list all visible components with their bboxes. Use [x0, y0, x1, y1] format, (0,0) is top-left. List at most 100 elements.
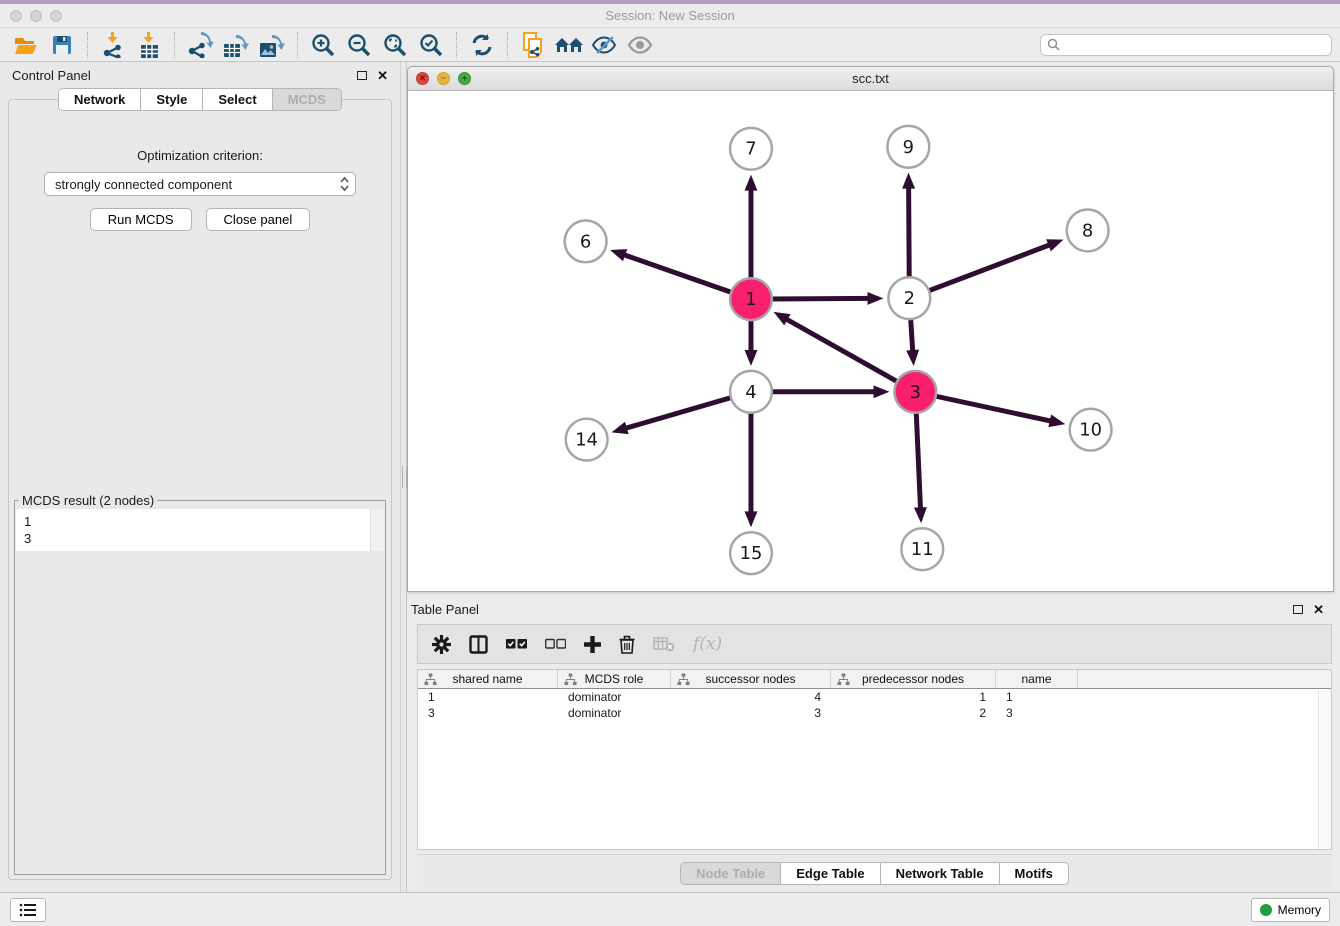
panel-splitter[interactable]	[400, 62, 407, 892]
eye-slash-icon	[591, 34, 619, 56]
export-table-button[interactable]	[218, 30, 254, 60]
zoom-out-button[interactable]	[341, 30, 377, 60]
tab-select[interactable]: Select	[203, 89, 272, 110]
delete-column-button[interactable]	[619, 635, 635, 654]
tab-style[interactable]: Style	[141, 89, 203, 110]
graph-edge-4-15[interactable]	[745, 412, 758, 528]
float-table-panel-icon[interactable]	[1293, 605, 1303, 614]
hide-selected-button[interactable]	[587, 30, 623, 60]
close-table-panel-icon[interactable]: ✕	[1313, 603, 1324, 616]
tab-edge-table[interactable]: Edge Table	[781, 863, 880, 884]
export-image-button[interactable]	[254, 30, 290, 60]
column-header-shared-name[interactable]: shared name	[418, 670, 558, 688]
show-all-button[interactable]	[623, 30, 659, 60]
delete-table-button[interactable]	[653, 636, 675, 652]
network-maximize-button[interactable]: +	[458, 72, 471, 85]
graph-node-6[interactable]: 6	[565, 220, 607, 262]
network-window-titlebar[interactable]: ✕ − + scc.txt	[408, 67, 1333, 91]
graph-edge-3-1[interactable]	[774, 312, 898, 382]
table-settings-button[interactable]	[432, 635, 451, 654]
memory-status-dot	[1260, 904, 1272, 916]
optimization-criterion-select[interactable]: strongly connected component	[44, 172, 356, 196]
svg-text:9: 9	[903, 137, 914, 158]
open-folder-icon	[13, 33, 39, 57]
first-neighbors-button[interactable]	[551, 30, 587, 60]
table-row[interactable]: 1 dominator 4 1 1	[418, 689, 1331, 705]
zoom-selected-button[interactable]	[413, 30, 449, 60]
network-minimize-button[interactable]: −	[437, 72, 450, 85]
unselect-all-button[interactable]	[545, 638, 566, 650]
graph-edge-1-7[interactable]	[745, 175, 758, 280]
show-columns-button[interactable]	[469, 635, 488, 654]
result-scrollbar[interactable]	[370, 509, 384, 551]
graph-node-2[interactable]: 2	[888, 277, 930, 319]
run-mcds-button[interactable]: Run MCDS	[90, 208, 192, 231]
graph-edge-4-14[interactable]	[612, 397, 732, 434]
import-network-button[interactable]	[95, 30, 131, 60]
open-session-button[interactable]	[8, 30, 44, 60]
task-history-button[interactable]	[10, 898, 46, 922]
zoom-in-button[interactable]	[305, 30, 341, 60]
svg-text:6: 6	[580, 231, 591, 252]
node-table: shared name MCDS role successor nodes pr…	[417, 669, 1332, 850]
graph-node-8[interactable]: 8	[1067, 210, 1109, 252]
graph-node-7[interactable]: 7	[730, 128, 772, 170]
graph-node-9[interactable]: 9	[887, 126, 929, 168]
graph-edge-1-2[interactable]	[771, 292, 884, 305]
mcds-result-value: 1	[24, 513, 364, 530]
import-network-icon	[101, 32, 125, 58]
table-row[interactable]: 3 dominator 3 2 3	[418, 705, 1331, 721]
export-network-button[interactable]	[182, 30, 218, 60]
clone-network-button[interactable]	[515, 30, 551, 60]
memory-button[interactable]: Memory	[1251, 898, 1330, 922]
import-table-button[interactable]	[131, 30, 167, 60]
mcds-result-list[interactable]: 1 3	[16, 509, 384, 551]
graph-node-11[interactable]: 11	[901, 528, 943, 570]
close-panel-button[interactable]: Close panel	[206, 208, 311, 231]
graph-edge-1-4[interactable]	[745, 319, 758, 366]
search-box[interactable]	[1040, 34, 1332, 56]
graph-node-3[interactable]: 3	[894, 371, 936, 413]
graph-edge-2-9[interactable]	[902, 173, 915, 279]
graph-edge-4-3[interactable]	[771, 385, 890, 398]
column-header-predecessor-nodes[interactable]: predecessor nodes	[831, 670, 996, 688]
graph-node-15[interactable]: 15	[730, 532, 772, 574]
zoom-fit-button[interactable]	[377, 30, 413, 60]
graph-edge-1-6[interactable]	[610, 249, 732, 293]
graph-edge-3-11[interactable]	[914, 412, 927, 524]
close-panel-icon[interactable]: ✕	[377, 69, 388, 82]
control-panel-tabs: Network Style Select MCDS	[58, 88, 342, 111]
select-all-button[interactable]	[506, 638, 527, 650]
network-window-title: scc.txt	[408, 71, 1333, 86]
tab-mcds[interactable]: MCDS	[273, 89, 341, 110]
table-tabs: Node Table Edge Table Network Table Moti…	[680, 862, 1069, 885]
graph-edge-3-10[interactable]	[935, 396, 1066, 427]
search-input[interactable]	[1064, 38, 1325, 52]
tab-node-table[interactable]: Node Table	[681, 863, 781, 884]
graph-edge-2-3[interactable]	[906, 318, 919, 366]
graph-edge-2-8[interactable]	[928, 239, 1063, 291]
hierarchy-icon	[424, 673, 437, 686]
table-scrollbar[interactable]	[1318, 690, 1331, 849]
column-header-name[interactable]: name	[996, 670, 1078, 688]
network-canvas[interactable]: 1 2 3 4 6 7 8 9 10 11 14 15	[408, 91, 1333, 591]
tab-network[interactable]: Network	[59, 89, 141, 110]
graph-node-4[interactable]: 4	[730, 371, 772, 413]
refresh-layout-icon	[470, 33, 494, 57]
tab-motifs[interactable]: Motifs	[1000, 863, 1068, 884]
app-titlebar: Session: New Session	[0, 4, 1340, 28]
graph-node-1[interactable]: 1	[730, 278, 772, 320]
graph-node-10[interactable]: 10	[1070, 409, 1112, 451]
search-icon	[1047, 38, 1060, 51]
toolbar-separator	[507, 32, 508, 58]
column-header-successor-nodes[interactable]: successor nodes	[671, 670, 831, 688]
apply-layout-button[interactable]	[464, 30, 500, 60]
save-session-button[interactable]	[44, 30, 80, 60]
network-close-button[interactable]: ✕	[416, 72, 429, 85]
float-panel-icon[interactable]	[357, 71, 367, 80]
tab-network-table[interactable]: Network Table	[881, 863, 1000, 884]
graph-node-14[interactable]: 14	[566, 419, 608, 461]
function-builder-button[interactable]: f(x)	[693, 634, 722, 654]
column-header-mcds-role[interactable]: MCDS role	[558, 670, 671, 688]
create-column-button[interactable]	[584, 636, 601, 653]
